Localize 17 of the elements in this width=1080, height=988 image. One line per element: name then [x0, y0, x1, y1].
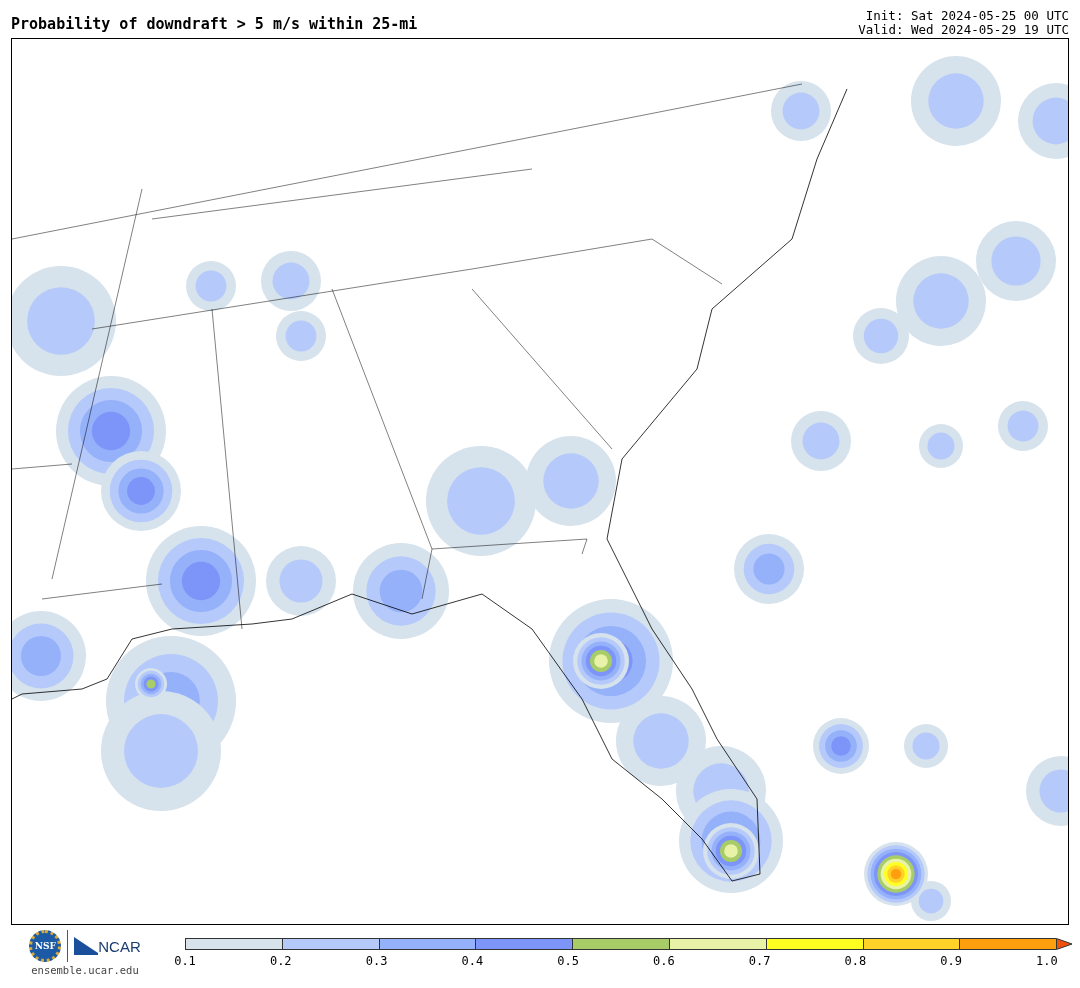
colorbar-tick-label: 0.9 — [939, 954, 963, 968]
init-time: Init: Sat 2024-05-25 00 UTC — [865, 9, 1069, 23]
chart-title: Probability of downdraft > 5 m/s within 25-mi — [11, 15, 418, 35]
valid-time: Valid: Wed 2024-05-29 19 UTC — [858, 23, 1069, 37]
site-url: ensemble.ucar.edu — [31, 964, 139, 976]
ncar-logo-text: NCAR — [98, 937, 141, 955]
colorbar-tick-label: 0.5 — [556, 954, 580, 968]
colorbar-tick-label: 0.4 — [460, 954, 485, 968]
colorbar-tick-label: 0.3 — [364, 954, 389, 968]
colorbar-tick-label: 0.1 — [173, 954, 197, 968]
colorbar-tick-label: 0.2 — [268, 954, 293, 968]
colorbar-tick-label: 0.8 — [843, 954, 868, 968]
colorbar-tick-label: 0.7 — [747, 954, 772, 968]
ncar-swoosh-icon — [74, 937, 99, 955]
colorbar-tick-label: 0.6 — [652, 954, 676, 968]
colorbar-tick-label: 1.0 — [1035, 954, 1059, 968]
nsf-logo: NSF — [29, 930, 62, 962]
